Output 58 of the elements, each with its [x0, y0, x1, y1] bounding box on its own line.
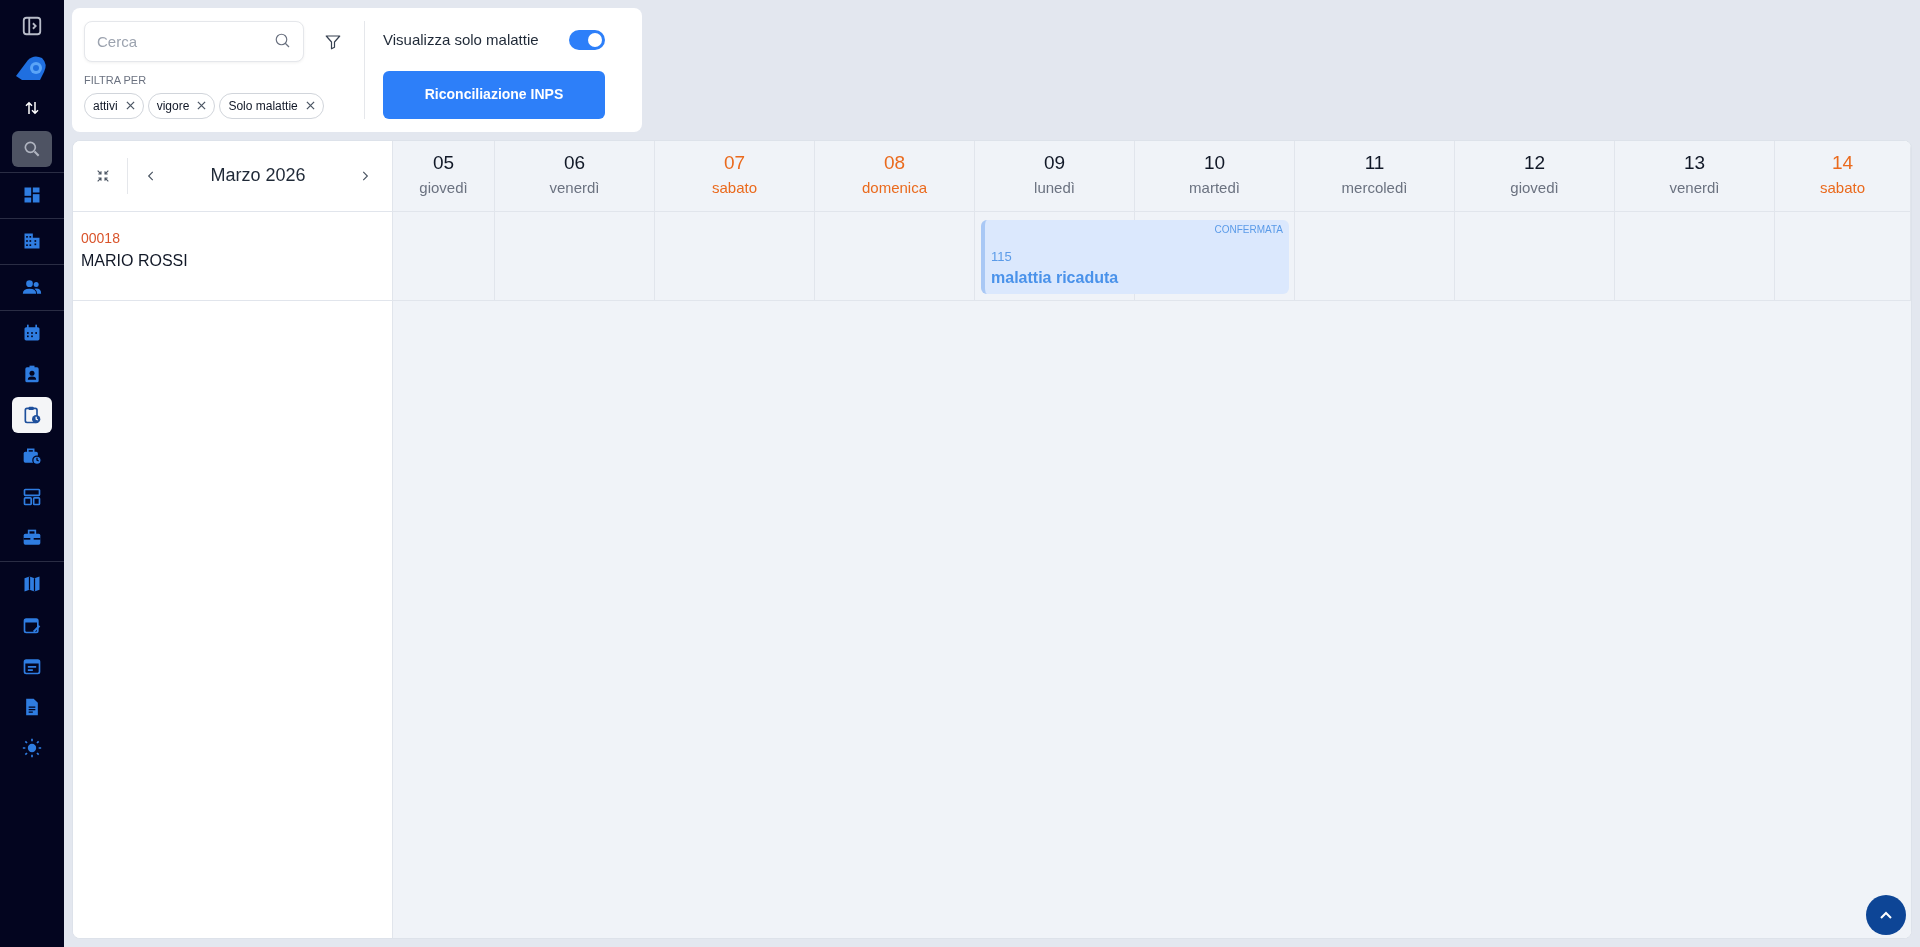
calendar-edit-icon	[22, 615, 42, 635]
weekday-label: venerdì	[1669, 178, 1720, 198]
weekday-label: mercoledì	[1341, 178, 1408, 198]
day-number: 06	[563, 150, 586, 175]
calendar-icon	[22, 323, 42, 343]
filter-chip[interactable]: vigore	[147, 92, 216, 119]
sun-icon	[22, 738, 42, 758]
event-number: 115	[991, 247, 1013, 266]
weekday-label: sabato	[1819, 178, 1865, 198]
weekday-label: lunedì	[1034, 178, 1075, 198]
search-icon	[274, 32, 292, 50]
employee-code: 00018	[81, 228, 121, 248]
event-status: CONFERMATA	[1213, 222, 1283, 237]
day-number: 07	[723, 150, 746, 175]
day-number: 05	[432, 150, 455, 175]
day-number: 09	[1043, 150, 1066, 175]
employee-name: MARIO ROSSI	[81, 250, 189, 271]
people-icon	[22, 277, 42, 297]
toggle-switch[interactable]	[569, 30, 605, 51]
filter-chip[interactable]: attivi	[84, 92, 144, 119]
close-icon[interactable]	[305, 101, 315, 110]
weekday-label: giovedì	[1510, 178, 1559, 198]
day-number: 14	[1831, 150, 1854, 175]
calendar-notes-icon	[22, 656, 42, 676]
reconcile-button[interactable]: Riconciliazione INPS	[383, 70, 605, 119]
weekday-label: domenica	[861, 178, 927, 198]
toolbox-icon	[22, 528, 42, 548]
day-number: 08	[883, 150, 906, 175]
day-number: 11	[1364, 150, 1385, 175]
day-number: 13	[1683, 150, 1706, 175]
close-icon[interactable]	[125, 101, 135, 110]
chevron-up-icon	[1879, 910, 1893, 920]
weekday-label: sabato	[711, 178, 757, 198]
sidebar-item[interactable]	[12, 131, 52, 167]
filter-chip[interactable]: Solo malattie	[219, 92, 324, 119]
search-field[interactable]: Cerca	[84, 21, 304, 62]
swap-arrows-icon	[23, 99, 41, 117]
map-icon	[22, 574, 42, 594]
weekday-label: martedì	[1189, 178, 1240, 198]
clipboard-clock-icon	[22, 405, 42, 425]
building-icon	[22, 231, 42, 251]
event-title: malattia ricaduta	[991, 268, 1120, 288]
weekday-label: venerdì	[549, 178, 600, 198]
close-icon[interactable]	[197, 101, 207, 110]
weekday-label: giovedì	[419, 178, 468, 198]
sidebar-item[interactable]	[12, 397, 52, 433]
id-badge-icon	[22, 364, 42, 384]
month-title: Marzo 2026	[209, 164, 307, 187]
filter-label: FILTRA PER	[84, 73, 148, 88]
briefcase-clock-icon	[22, 446, 42, 466]
day-number: 12	[1523, 150, 1546, 175]
sidebar-toggle-icon	[21, 15, 43, 37]
filter-icon	[324, 33, 342, 52]
search-icon	[22, 139, 42, 159]
toggle-label: Visualizza solo malattie	[383, 30, 539, 50]
layout-icon	[22, 487, 42, 507]
dashboard-icon	[22, 185, 42, 205]
day-number: 10	[1203, 150, 1226, 175]
